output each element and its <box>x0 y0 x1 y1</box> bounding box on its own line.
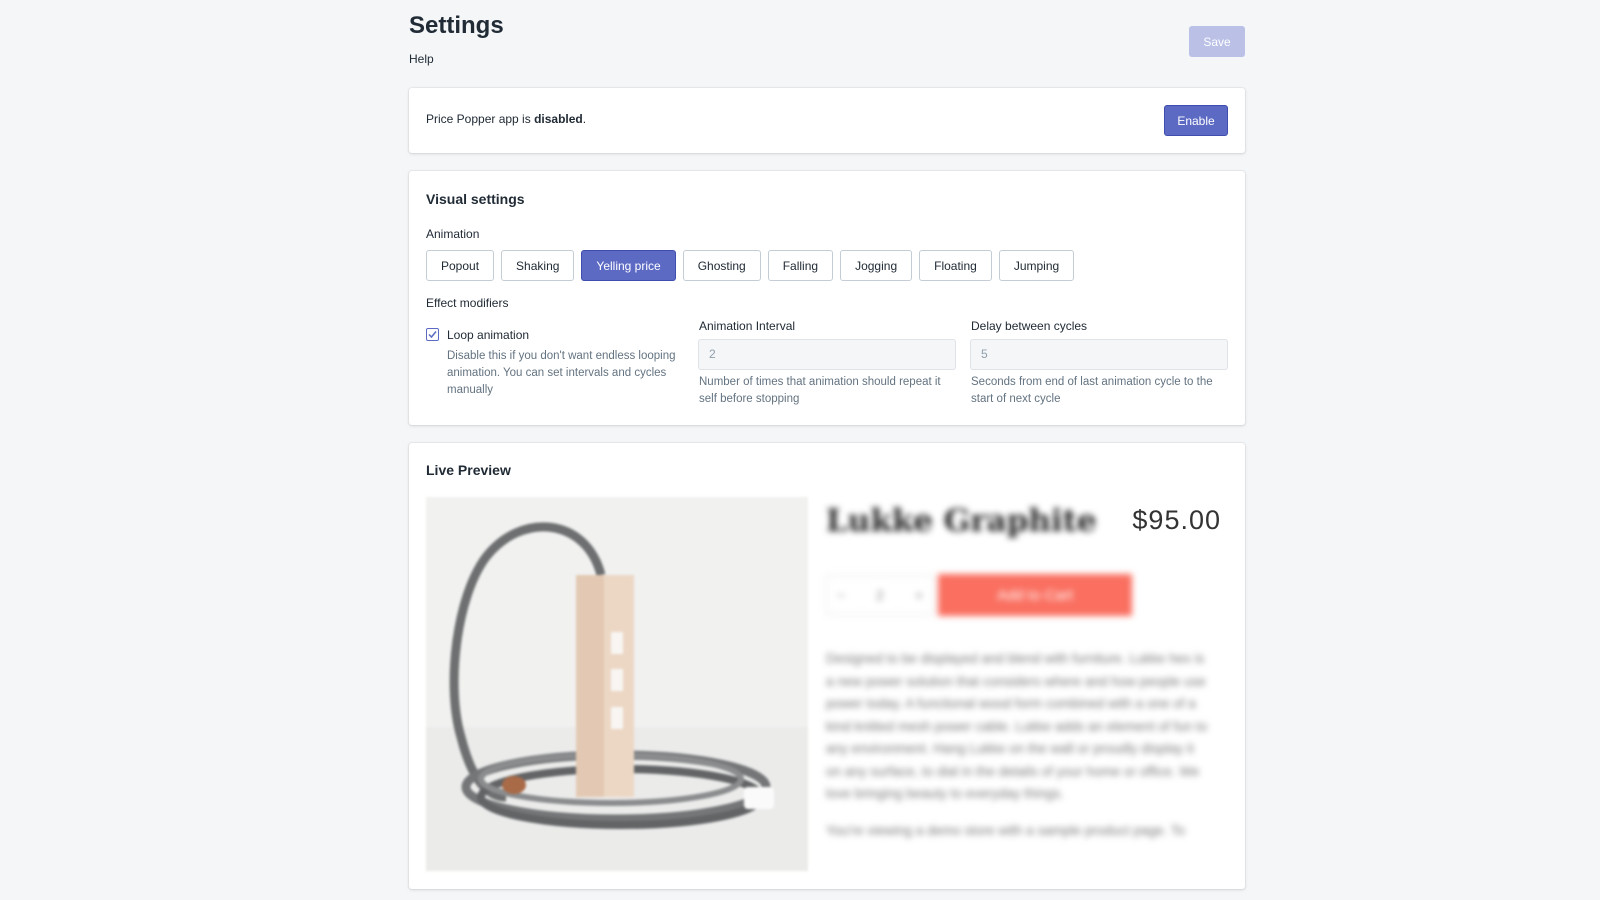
product-name: Lukke Graphite <box>826 503 1097 539</box>
quantity-value: 2 <box>876 587 884 603</box>
animation-label: Animation <box>426 227 480 241</box>
add-to-cart-button[interactable]: Add to Cart <box>938 574 1132 616</box>
visual-settings-title: Visual settings <box>426 191 525 207</box>
page-header: Settings Help Save <box>409 0 1245 88</box>
help-link[interactable]: Help <box>409 52 434 66</box>
checkmark-icon <box>428 331 437 339</box>
delay-cycles-label: Delay between cycles <box>971 319 1088 333</box>
power-strip-illustration <box>426 497 808 871</box>
product-price: $95.00 <box>1132 505 1221 535</box>
animation-ghosting-button[interactable]: Ghosting <box>682 250 761 281</box>
animation-interval-label: Animation Interval <box>699 319 796 333</box>
app-status-card: Price Popper app is disabled. Enable <box>409 88 1245 153</box>
delay-cycles-input[interactable]: 5 <box>970 339 1228 370</box>
live-preview-title: Live Preview <box>426 462 511 478</box>
animation-interval-input[interactable]: 2 <box>698 339 956 370</box>
animation-falling-button[interactable]: Falling <box>767 250 834 281</box>
status-state: disabled <box>534 112 583 126</box>
description-paragraph: Designed to be displayed and blend with … <box>826 651 1208 801</box>
animation-floating-button[interactable]: Floating <box>919 250 992 281</box>
delay-cycles-help: Seconds from end of last animation cycle… <box>971 376 1213 405</box>
animation-interval-help: Number of times that animation should re… <box>699 376 941 405</box>
animation-shaking-button[interactable]: Shaking <box>501 250 575 281</box>
save-button[interactable]: Save <box>1189 26 1245 57</box>
app-status-text: Price Popper app is disabled. <box>426 112 586 126</box>
animation-selector: Popout Shaking Yelling price Ghosting Fa… <box>426 250 1081 281</box>
quantity-stepper[interactable]: − 2 + <box>826 575 934 615</box>
settings-page: Settings Help Save Price Popper app is d… <box>409 0 1245 889</box>
status-prefix: Price Popper app is <box>426 112 535 126</box>
animation-popout-button[interactable]: Popout <box>426 250 495 281</box>
quantity-decrease-button[interactable]: − <box>837 587 845 603</box>
animation-yelling-price-button[interactable]: Yelling price <box>581 250 676 281</box>
enable-button[interactable]: Enable <box>1164 105 1228 136</box>
live-preview-card: Live Preview Lukke Graphite $95.00 − 2 +… <box>409 443 1245 889</box>
page-title: Settings <box>409 12 504 39</box>
animation-jumping-button[interactable]: Jumping <box>998 250 1075 281</box>
status-suffix: . <box>582 112 587 126</box>
loop-animation-checkbox[interactable] <box>426 328 439 341</box>
loop-animation-help: Disable this if you don't want endless l… <box>447 350 676 396</box>
loop-animation-label[interactable]: Loop animation <box>447 328 529 342</box>
effect-modifiers-label: Effect modifiers <box>426 296 509 310</box>
product-image <box>426 497 808 871</box>
product-description: Designed to be displayed and blend with … <box>826 648 1211 856</box>
quantity-increase-button[interactable]: + <box>915 587 923 603</box>
visual-settings-card: Visual settings Animation Popout Shaking… <box>409 171 1245 425</box>
description-paragraph: You're viewing a demo store with a sampl… <box>826 822 1186 838</box>
animation-jogging-button[interactable]: Jogging <box>840 250 913 281</box>
